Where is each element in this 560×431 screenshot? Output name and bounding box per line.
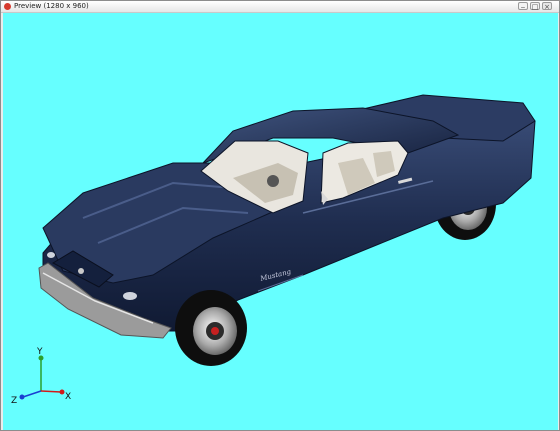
title-bar[interactable]: Preview (1280 x 960) ‒ □ ×: [1, 1, 559, 13]
window-title: Preview (1280 x 960): [14, 2, 89, 10]
front-wheel: [175, 290, 247, 366]
close-icon[interactable]: ×: [542, 2, 552, 11]
minimize-icon[interactable]: ‒: [518, 2, 528, 11]
3d-viewport[interactable]: Mustang Y X Z: [3, 13, 558, 430]
preview-window: Preview (1280 x 960) ‒ □ × Mustang Y X Z: [0, 0, 560, 431]
z-axis-label: Z: [11, 396, 18, 406]
maximize-icon[interactable]: □: [530, 2, 540, 11]
x-axis-dot: [59, 389, 65, 395]
app-logo-icon: [4, 3, 11, 10]
x-axis-label: X: [65, 392, 72, 402]
car-render: Mustang: [19, 94, 536, 400]
axis-gizmo: [19, 355, 65, 400]
y-axis-label: Y: [37, 347, 43, 357]
z-axis-dot: [19, 394, 25, 400]
